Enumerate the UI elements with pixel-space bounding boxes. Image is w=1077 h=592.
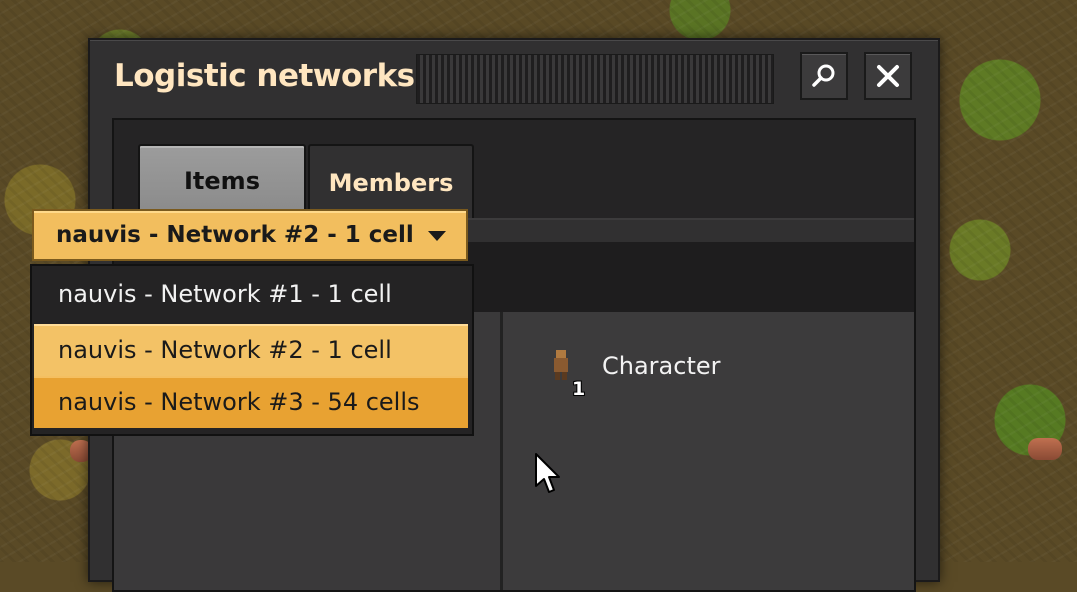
dropdown-option-network-3[interactable]: nauvis - Network #3 - 54 cells — [34, 376, 468, 428]
network-dropdown-list: nauvis - Network #1 - 1 cell nauvis - Ne… — [30, 264, 474, 436]
pipe-entity — [1028, 438, 1062, 460]
close-button[interactable] — [864, 52, 912, 100]
member-name[interactable]: Character — [602, 352, 721, 380]
network-dropdown-value: nauvis - Network #2 - 1 cell — [56, 222, 414, 248]
character-icon — [554, 350, 568, 380]
member-count: 1 — [572, 378, 586, 400]
drag-handle[interactable] — [416, 54, 774, 104]
network-dropdown[interactable]: nauvis - Network #2 - 1 cell — [32, 209, 468, 261]
chevron-down-icon — [428, 231, 446, 241]
close-icon — [877, 65, 899, 87]
dropdown-option-network-1[interactable]: nauvis - Network #1 - 1 cell — [34, 268, 468, 320]
tab-items[interactable]: Items — [138, 144, 306, 216]
dropdown-option-network-2[interactable]: nauvis - Network #2 - 1 cell — [34, 324, 468, 376]
mouse-cursor-icon — [535, 453, 560, 493]
window-title: Logistic networks — [114, 58, 415, 94]
search-button[interactable] — [800, 52, 848, 100]
search-icon — [812, 64, 835, 87]
